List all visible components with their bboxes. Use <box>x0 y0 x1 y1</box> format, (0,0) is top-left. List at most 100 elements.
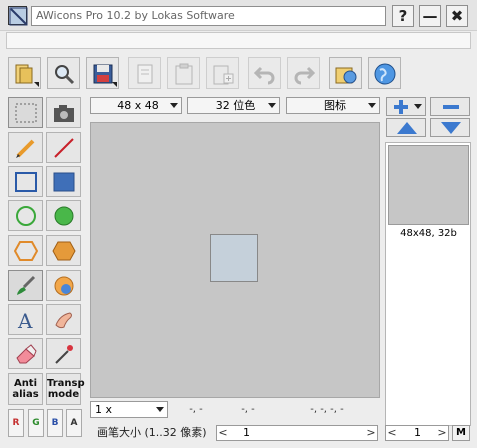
line-icon <box>54 138 74 158</box>
chevron-down-icon <box>34 82 39 87</box>
capture-tool[interactable] <box>46 97 81 128</box>
selection-coords: -, -, -, - <box>310 404 344 415</box>
thumbnail-label: 48x48, 32b <box>400 228 457 239</box>
filled-rectangle-tool[interactable] <box>46 166 81 197</box>
rectangle-tool[interactable] <box>8 166 43 197</box>
save-button[interactable] <box>86 57 119 89</box>
finger-icon <box>55 312 72 329</box>
rectangle-icon <box>15 172 37 192</box>
type-select[interactable]: 图标 <box>286 97 380 114</box>
open-folder-button[interactable] <box>8 57 41 89</box>
m-button[interactable]: M <box>452 425 470 441</box>
triangle-down-icon <box>441 122 461 134</box>
increase-icon[interactable]: > <box>365 426 377 440</box>
filled-polygon-tool[interactable] <box>46 235 81 266</box>
eraser-tool[interactable] <box>8 338 43 369</box>
redo-button[interactable] <box>287 57 320 89</box>
move-down-button[interactable] <box>430 118 470 137</box>
brush-tool[interactable] <box>8 270 43 301</box>
size-value: 48 x 48 <box>117 99 159 112</box>
open-file-button[interactable] <box>329 57 362 89</box>
remove-image-button[interactable] <box>430 97 470 116</box>
help-button[interactable]: ? <box>392 5 414 27</box>
move-up-button[interactable] <box>386 118 426 137</box>
undo-button[interactable] <box>248 57 281 89</box>
brush-size-label: 画笔大小 (1..32 像素) <box>97 426 207 439</box>
chevron-down-icon <box>170 103 178 108</box>
page-spinner[interactable]: < 1 > <box>385 425 449 441</box>
ellipse-tool[interactable] <box>8 200 43 231</box>
add-image-button[interactable] <box>386 97 426 116</box>
app-icon[interactable] <box>8 6 28 26</box>
hexagon-icon <box>14 241 38 261</box>
chevron-down-icon <box>368 103 376 108</box>
title-bar: AWicons Pro 10.2 by Lokas Software ? — ✖ <box>0 0 477 31</box>
eraser-icon <box>16 344 37 364</box>
text-icon: A <box>17 309 33 331</box>
size-select[interactable]: 48 x 48 <box>90 97 182 114</box>
text-tool[interactable]: A <box>8 304 43 335</box>
camera-icon <box>54 105 74 122</box>
open-file-icon <box>335 67 357 84</box>
brush-icon <box>17 275 36 295</box>
antialias-label-line1: Anti <box>13 378 38 389</box>
minus-icon <box>443 105 459 109</box>
line-tool[interactable] <box>46 132 81 163</box>
zoom-value: 1 x <box>95 403 113 416</box>
image-thumbnail[interactable] <box>388 145 469 225</box>
paste-button[interactable] <box>167 57 200 89</box>
page-value: 1 <box>414 426 421 439</box>
channel-a-toggle[interactable]: A <box>66 409 82 437</box>
brush-size-value: 1 <box>243 426 250 439</box>
redo-icon <box>294 66 316 85</box>
chevron-down-icon <box>156 407 164 412</box>
next-icon[interactable]: > <box>436 426 448 440</box>
pencil-tool[interactable] <box>8 132 43 163</box>
plus-icon <box>394 100 408 114</box>
polygon-tool[interactable] <box>8 235 43 266</box>
smudge-tool[interactable] <box>46 304 81 335</box>
filled-rectangle-icon <box>53 172 75 192</box>
magnifier-icon <box>55 65 75 85</box>
zoom-select[interactable]: 1 x <box>90 401 168 418</box>
decrease-icon[interactable]: < <box>217 426 229 440</box>
image-list-panel: 48x48, 32b <box>385 142 471 426</box>
menu-strip <box>6 32 471 49</box>
select-tool[interactable] <box>8 97 43 128</box>
color-picker-tool[interactable] <box>46 338 81 369</box>
chevron-down-icon <box>112 82 117 87</box>
close-icon: ✖ <box>450 7 464 25</box>
minimize-icon: — <box>422 7 438 25</box>
close-button[interactable]: ✖ <box>446 5 468 27</box>
icon-preview[interactable] <box>210 234 258 282</box>
paste-new-icon <box>213 65 234 85</box>
minimize-button[interactable]: — <box>419 5 441 27</box>
previous-icon[interactable]: < <box>386 426 398 440</box>
transparent-label-line2: mode <box>47 389 80 400</box>
paste-new-button[interactable] <box>206 57 239 89</box>
zoom-button[interactable] <box>47 57 80 89</box>
antialias-label-line2: alias <box>12 389 39 400</box>
channel-g-toggle[interactable]: G <box>28 409 44 437</box>
clipboard-icon <box>175 63 193 85</box>
undo-icon <box>253 66 275 85</box>
selection-icon <box>15 103 37 123</box>
color-depth-select[interactable]: 32 位色 <box>187 97 280 114</box>
filled-ellipse-tool[interactable] <box>46 200 81 231</box>
channel-r-toggle[interactable]: R <box>8 409 24 437</box>
antialias-toggle[interactable]: Anti alias <box>8 373 43 405</box>
eyedropper-icon <box>55 345 73 364</box>
copy-button[interactable] <box>128 57 161 89</box>
web-button[interactable] <box>368 57 401 89</box>
triangle-up-icon <box>397 122 417 134</box>
fill-tool[interactable] <box>46 270 81 301</box>
chevron-down-icon <box>414 104 422 109</box>
brush-size-slider[interactable]: < 1 > <box>216 425 378 441</box>
size-coords: -, - <box>241 404 255 415</box>
paint-bucket-icon <box>54 276 74 296</box>
window-title: AWicons Pro 10.2 by Lokas Software <box>31 6 386 26</box>
copy-icon <box>137 64 153 84</box>
transparent-mode-toggle[interactable]: Transp mode <box>46 373 85 405</box>
filled-hexagon-icon <box>52 241 76 261</box>
channel-b-toggle[interactable]: B <box>47 409 63 437</box>
